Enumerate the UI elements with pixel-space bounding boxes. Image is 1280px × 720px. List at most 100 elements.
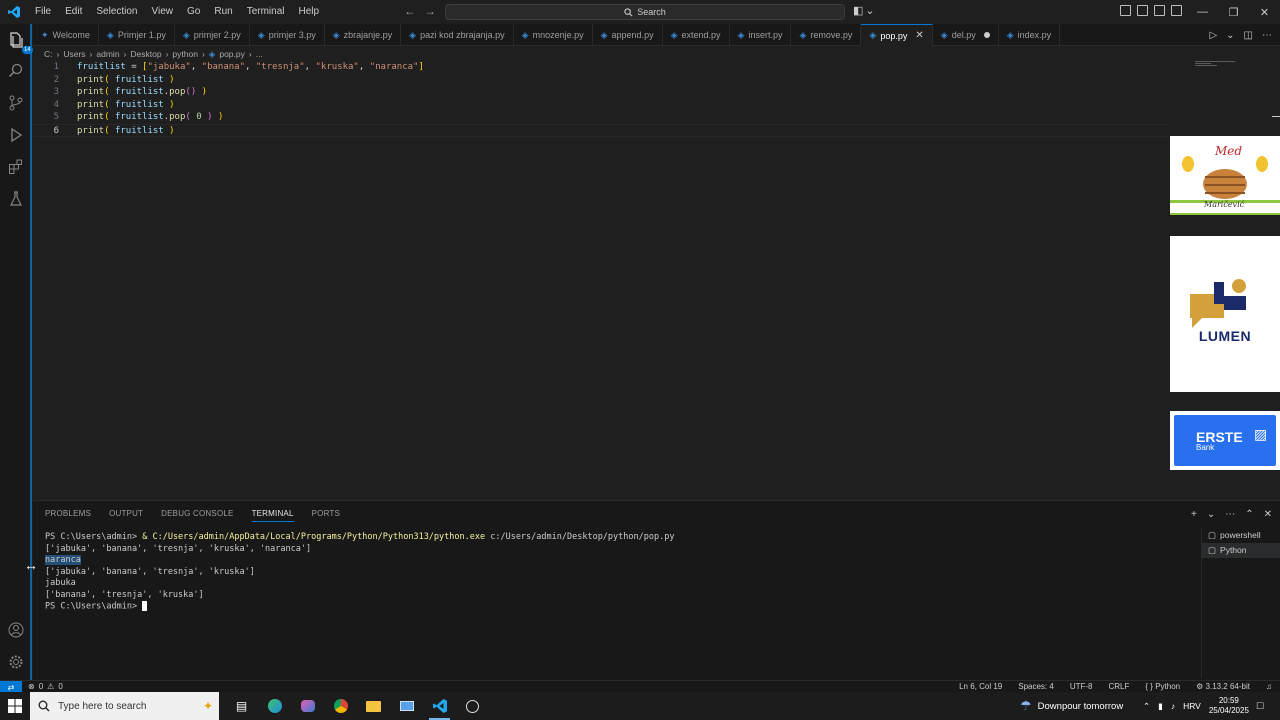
weather-widget[interactable]: ☂ Downpour tomorrow [1020,692,1123,720]
file-explorer-icon[interactable] [357,692,390,720]
tab-8[interactable]: ◈ extend.py [663,24,730,46]
language-indicator[interactable]: HRV [1183,701,1201,711]
maximize-panel-icon[interactable]: ⌃ [1245,509,1253,520]
close-panel-icon[interactable]: ✕ [1264,509,1272,520]
command-center-search[interactable]: Search [445,4,845,20]
breadcrumb-drive[interactable]: C: [44,49,53,59]
tab-12[interactable]: ◈ del.py [933,24,999,46]
more-actions-icon[interactable]: ⋯ [1262,30,1272,41]
settings-gear-icon[interactable] [6,652,26,672]
source-control-icon[interactable] [6,93,26,113]
tab-6[interactable]: ◈ mnozenje.py [514,24,593,46]
minimize-icon[interactable]: — [1187,0,1218,24]
tab-problems[interactable]: PROBLEMS [45,509,91,522]
tab-4[interactable]: ◈ zbrajanje.py [325,24,402,46]
extensions-icon[interactable] [6,157,26,177]
run-python-icon[interactable]: ▷ [1209,30,1217,41]
menu-go[interactable]: Go [180,0,207,24]
edge-browser-icon[interactable] [258,692,291,720]
restore-icon[interactable]: ❐ [1218,0,1249,24]
tab-10[interactable]: ◈ remove.py [791,24,862,46]
tab-11[interactable]: ◈ pop.py ✕ [861,24,933,46]
back-arrow-icon[interactable]: ← [404,4,416,18]
breadcrumb-admin[interactable]: admin [96,49,119,59]
tab-9[interactable]: ◈ insert.py [730,24,792,46]
clock[interactable]: 20:59 25/04/2025 [1209,696,1249,716]
code-text[interactable]: print( fruitlist ) [61,74,175,87]
tab-7[interactable]: ◈ append.py [593,24,663,46]
code-text[interactable]: print( fruitlist ) [61,99,175,112]
menu-selection[interactable]: Selection [89,0,144,24]
menu-help[interactable]: Help [292,0,327,24]
code-line[interactable]: 4 print( fruitlist ) [33,99,1168,112]
search-icon[interactable] [6,61,26,81]
toggle-panel-icon[interactable] [1154,5,1165,16]
clock-app-icon[interactable] [456,692,489,720]
code-text[interactable]: print( fruitlist.pop() ) [61,86,207,99]
unsaved-dot-icon[interactable] [983,32,990,38]
tab-0[interactable]: ✦ Welcome [33,24,99,46]
menu-file[interactable]: File [28,0,58,24]
new-terminal-icon[interactable]: + [1191,509,1197,520]
tab-3[interactable]: ◈ primjer 3.py [250,24,325,46]
explorer-icon[interactable]: 14 [6,30,33,54]
breadcrumb-desktop[interactable]: Desktop [130,49,161,59]
network-icon[interactable]: ▮ [1158,701,1163,712]
breadcrumb-symbol[interactable]: ... [256,49,263,59]
tab-debug-console[interactable]: DEBUG CONSOLE [161,509,233,522]
code-text[interactable]: print( fruitlist.pop( 0 ) ) [61,111,223,124]
terminal-selection[interactable]: naranca [45,555,81,565]
notification-center-icon[interactable]: □ [1257,700,1264,712]
code-text[interactable]: print( fruitlist ) [61,125,175,136]
chevron-down-icon[interactable]: ⌄ [1207,509,1215,520]
menu-edit[interactable]: Edit [58,0,89,24]
python-interpreter[interactable]: ⚙ 3.13.2 64-bit [1196,682,1250,691]
vscode-taskbar-icon[interactable] [423,692,456,720]
tab-5[interactable]: ◈ pazi kod zbrajanja.py [401,24,514,46]
close-window-icon[interactable]: ✕ [1249,0,1280,24]
terminal-item-python[interactable]: ▢ Python [1202,543,1280,558]
testing-flask-icon[interactable] [6,189,26,209]
toggle-secondary-sidebar-icon[interactable] [1171,5,1182,16]
chrome-browser-icon[interactable] [324,692,357,720]
breadcrumb-file[interactable]: pop.py [219,49,245,59]
indentation[interactable]: Spaces: 4 [1018,682,1054,691]
end-of-line[interactable]: CRLF [1109,682,1130,691]
breadcrumb-python[interactable]: python [172,49,198,59]
code-line[interactable]: 3 print( fruitlist.pop() ) [33,86,1168,99]
cursor-position[interactable]: Ln 6, Col 19 [959,682,1002,691]
breadcrumb-users[interactable]: Users [63,49,85,59]
tab-2[interactable]: ◈ primjer 2.py [175,24,250,46]
code-line-current[interactable]: 6 print( fruitlist ) [33,123,1168,137]
tab-ports[interactable]: PORTS [312,509,340,522]
language-mode[interactable]: { } Python [1145,682,1180,691]
code-line[interactable]: 1 fruitlist = ["jabuka", "banana", "tres… [33,61,1168,74]
tab-terminal[interactable]: TERMINAL [251,509,294,522]
more-actions-icon[interactable]: ⋯ [1225,509,1235,520]
code-text[interactable]: fruitlist = ["jabuka", "banana", "tresnj… [61,61,424,74]
chevron-down-icon[interactable]: ⌄ [1226,30,1234,41]
lumen-ad[interactable]: LUMEN [1170,236,1280,392]
terminal-output[interactable]: PS C:\Users\admin> & C:/Users/admin/AppD… [45,532,1195,613]
menu-run[interactable]: Run [207,0,239,24]
customize-layout-icon[interactable] [1120,5,1131,16]
code-line[interactable]: 2 print( fruitlist ) [33,74,1168,87]
volume-icon[interactable]: ♪ [1171,701,1175,711]
taskbar-search[interactable]: Type here to search ✦ [30,692,219,720]
forward-arrow-icon[interactable]: → [424,4,436,18]
tab-1[interactable]: ◈ Primjer 1.py [99,24,175,46]
terminal-item-powershell[interactable]: ▢ powershell [1202,528,1280,543]
show-hidden-icons-icon[interactable]: ⌃ [1143,701,1150,712]
copilot-app-icon[interactable] [291,692,324,720]
tab-output[interactable]: OUTPUT [109,509,143,522]
med-maricevic-ad[interactable]: Med Maričević [1170,136,1280,215]
run-debug-icon[interactable] [6,125,26,145]
remote-desktop-icon[interactable] [390,692,423,720]
task-view-icon[interactable]: ▤ [225,692,258,720]
code-line[interactable]: 5 print( fruitlist.pop( 0 ) ) [33,111,1168,124]
split-editor-icon[interactable]: ◫ [1244,30,1253,41]
erste-bank-ad[interactable]: ERSTE ▨ Bank [1170,411,1280,470]
copilot-button[interactable]: ◧ ⌄ [853,4,875,17]
minimap[interactable] [1195,61,1240,71]
tab-13[interactable]: ◈ index.py [999,24,1061,46]
